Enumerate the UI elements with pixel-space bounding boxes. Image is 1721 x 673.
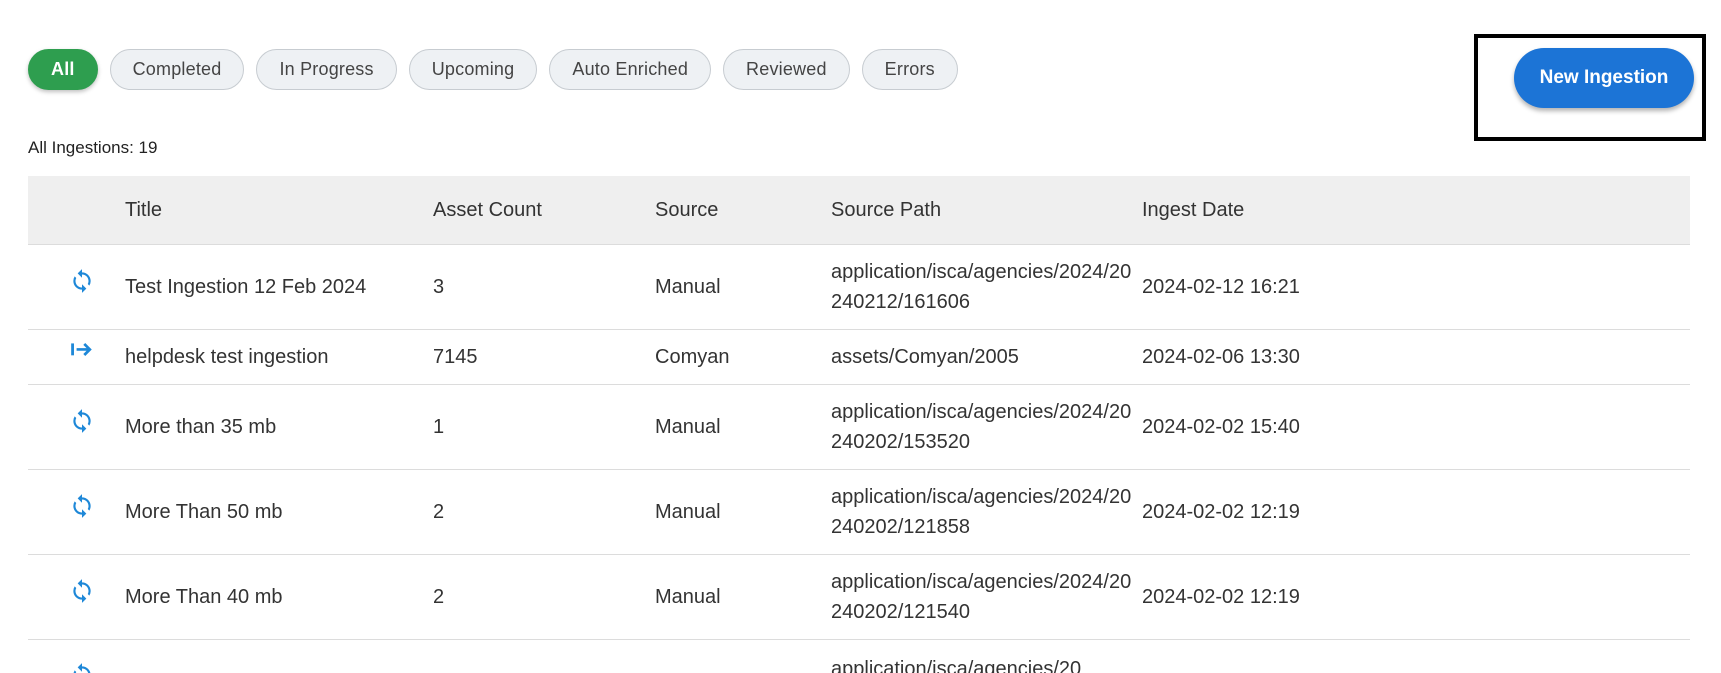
cell-source: Manual <box>655 500 721 523</box>
cell-source-path: application/isca/agencies/20 <box>831 658 1082 673</box>
cell-asset-count: 2 <box>433 585 445 608</box>
cell-source-path: application/isca/agencies/2024/20240202/… <box>831 401 1132 453</box>
cell-title: helpdesk test ingestion <box>125 345 329 368</box>
sync-icon <box>69 493 95 519</box>
sync-icon <box>69 578 95 604</box>
status-filter-bar: All Completed In Progress Upcoming Auto … <box>28 49 958 90</box>
filter-chip-completed[interactable]: Completed <box>109 49 245 90</box>
new-ingestion-button[interactable]: New Ingestion <box>1514 48 1694 108</box>
cell-ingest-date: 2024-02-02 15:40 <box>1142 415 1300 438</box>
cell-source: Manual <box>655 415 721 438</box>
table-row[interactable]: More Than 50 mb 2 Manual application/isc… <box>28 470 1690 555</box>
filter-chip-all[interactable]: All <box>28 49 98 90</box>
cell-ingest-date: 2024-02-02 12:19 <box>1142 585 1300 608</box>
cell-title: Test Ingestion 12 Feb 2024 <box>125 275 367 298</box>
filter-chip-in-progress[interactable]: In Progress <box>256 49 397 90</box>
table-row[interactable]: More Than 40 mb 2 Manual application/isc… <box>28 555 1690 640</box>
table-header: Title Asset Count Source Source Path Ing… <box>28 176 1690 245</box>
cell-source-path: application/isca/agencies/2024/20240202/… <box>831 571 1132 623</box>
header-source[interactable]: Source <box>655 199 831 222</box>
table-row[interactable]: Test Ingestion 12 Feb 2024 3 Manual appl… <box>28 245 1690 330</box>
header-ingest-date[interactable]: Ingest Date <box>1142 199 1690 222</box>
cell-asset-count: 1 <box>433 415 445 438</box>
cell-source-path: application/isca/agencies/2024/20240212/… <box>831 261 1132 313</box>
table-row[interactable]: More than 35 mb 1 Manual application/isc… <box>28 385 1690 470</box>
cell-title: More Than 50 mb <box>125 500 283 523</box>
header-title[interactable]: Title <box>125 199 433 222</box>
cell-ingest-date: 2024-02-02 12:19 <box>1142 500 1300 523</box>
sync-icon <box>69 662 95 673</box>
cell-asset-count: 7145 <box>433 345 478 368</box>
ingestion-count: All Ingestions: 19 <box>28 138 158 157</box>
cell-title: More than 35 mb <box>125 415 277 438</box>
cell-source-path: assets/Comyan/2005 <box>831 346 1019 368</box>
new-ingestion-highlight: New Ingestion <box>1474 34 1706 141</box>
filter-chip-auto-enriched[interactable]: Auto Enriched <box>549 49 712 90</box>
cell-source: Manual <box>655 275 721 298</box>
table-row[interactable]: application/isca/agencies/20 <box>28 640 1690 673</box>
ingestions-page: All Completed In Progress Upcoming Auto … <box>0 0 1721 673</box>
cell-asset-count: 2 <box>433 500 445 523</box>
header-source-path[interactable]: Source Path <box>831 195 1142 225</box>
cell-source: Comyan <box>655 345 730 368</box>
ingestions-table: Title Asset Count Source Source Path Ing… <box>28 176 1690 673</box>
cell-asset-count: 3 <box>433 275 445 298</box>
filter-chip-errors[interactable]: Errors <box>861 49 958 90</box>
sync-icon <box>69 408 95 434</box>
filter-chip-upcoming[interactable]: Upcoming <box>408 49 538 90</box>
cell-title: More Than 40 mb <box>125 585 283 608</box>
cell-ingest-date: 2024-02-12 16:21 <box>1142 275 1300 298</box>
arrow-right-to-bar-icon <box>69 338 95 364</box>
table-row[interactable]: helpdesk test ingestion 7145 Comyan asse… <box>28 330 1690 385</box>
cell-source: Manual <box>655 585 721 608</box>
header-asset-count[interactable]: Asset Count <box>433 199 655 222</box>
sync-icon <box>69 268 95 294</box>
cell-ingest-date: 2024-02-06 13:30 <box>1142 345 1300 368</box>
filter-chip-reviewed[interactable]: Reviewed <box>723 49 850 90</box>
cell-source-path: application/isca/agencies/2024/20240202/… <box>831 486 1132 538</box>
